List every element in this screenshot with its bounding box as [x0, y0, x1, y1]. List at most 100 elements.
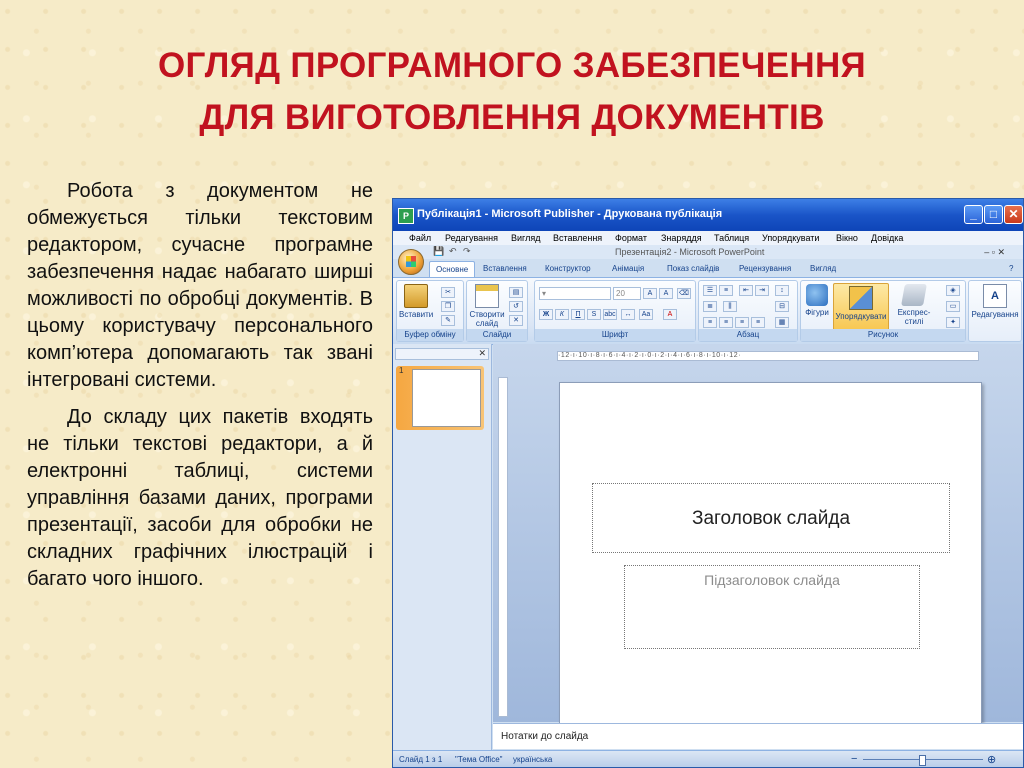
font-size-field[interactable]: 20 — [613, 287, 641, 300]
format-painter-icon[interactable]: ✎ — [441, 315, 455, 326]
italic-icon[interactable]: К — [555, 309, 569, 320]
group-clipboard: Вставити ✂ ❐ ✎ Буфер обміну — [396, 280, 464, 342]
menu-file[interactable]: Файл — [409, 233, 431, 243]
tab-review[interactable]: Рецензування — [739, 264, 791, 273]
save-icon[interactable]: 💾 — [433, 246, 444, 257]
zoom-out-icon[interactable]: − — [851, 753, 857, 765]
application-screenshot: P Публікація1 - Microsoft Publisher - Др… — [392, 198, 1024, 768]
undo-icon[interactable]: ↶ — [449, 246, 457, 257]
tab-animation[interactable]: Анімація — [612, 264, 644, 273]
bullets-icon[interactable]: ☰ — [703, 285, 717, 296]
shapes-button[interactable]: Фігури — [803, 284, 831, 317]
shapes-icon — [806, 284, 828, 306]
arrange-icon — [849, 286, 873, 310]
shrink-font-icon[interactable]: A — [659, 288, 673, 299]
cut-icon[interactable]: ✂ — [441, 287, 455, 298]
tab-view[interactable]: Вигляд — [810, 264, 836, 273]
subtitle-placeholder[interactable]: Підзаголовок слайда — [624, 565, 920, 649]
group-label-clipboard: Буфер обміну — [397, 329, 463, 341]
text-direction-icon[interactable]: ↕ — [775, 285, 789, 296]
menu-table[interactable]: Таблиця — [714, 233, 749, 243]
redo-icon[interactable]: ↷ — [463, 246, 471, 257]
layout-icon[interactable]: ▤ — [509, 287, 523, 298]
close-button[interactable]: ✕ — [1004, 205, 1023, 224]
slides-panel: ✕ 1 — [393, 344, 492, 750]
clear-format-icon[interactable]: ⌫ — [677, 288, 691, 299]
align-left-icon[interactable]: ≡ — [703, 317, 717, 328]
shape-effects-icon[interactable]: ✦ — [946, 317, 960, 328]
menu-tools[interactable]: Знаряддя — [661, 233, 702, 243]
zoom-slider-knob[interactable] — [919, 755, 926, 766]
menu-insert[interactable]: Вставлення — [553, 233, 602, 243]
editing-button[interactable]: А Редагування — [971, 284, 1019, 319]
menu-window[interactable]: Вікно — [836, 233, 858, 243]
font-name-field[interactable]: ▾ — [539, 287, 611, 300]
numbering-icon[interactable]: ≡ — [719, 285, 733, 296]
slide-title-line-2: ДЛЯ ВИГОТОВЛЕННЯ ДОКУМЕНТІВ — [199, 98, 825, 137]
align-right-icon[interactable]: ≡ — [735, 317, 749, 328]
strikethrough-icon[interactable]: abc — [603, 309, 617, 320]
bold-icon[interactable]: Ж — [539, 309, 553, 320]
shape-outline-icon[interactable]: ▭ — [946, 301, 960, 312]
menu-bar: Файл Редагування Вигляд Вставлення Форма… — [393, 231, 1023, 245]
line-spacing-icon[interactable]: ≣ — [703, 301, 717, 312]
shadow-icon[interactable]: S — [587, 309, 601, 320]
help-icon[interactable]: ? — [1009, 264, 1013, 273]
align-center-icon[interactable]: ≡ — [719, 317, 733, 328]
tab-home[interactable]: Основне — [429, 261, 476, 277]
panel-tabs[interactable]: ✕ — [395, 348, 489, 360]
window-titlebar[interactable]: P Публікація1 - Microsoft Publisher - Др… — [393, 199, 1023, 231]
panel-close-icon[interactable]: ✕ — [478, 348, 486, 359]
paste-button[interactable]: Вставити — [399, 284, 433, 319]
tab-insert[interactable]: Вставлення — [483, 264, 527, 273]
grow-font-icon[interactable]: A — [643, 288, 657, 299]
font-color-icon[interactable]: A — [663, 309, 677, 320]
maximize-button[interactable]: □ — [984, 205, 1003, 224]
arrange-button[interactable]: Упорядкувати — [833, 283, 889, 335]
increase-indent-icon[interactable]: ⇥ — [755, 285, 769, 296]
publisher-app-icon: P — [398, 208, 414, 224]
group-label-paragraph: Абзац — [699, 329, 797, 341]
change-case-icon[interactable]: Aa — [639, 309, 653, 320]
group-editing: А Редагування — [968, 280, 1022, 342]
slide-title-line-1: ОГЛЯД ПРОГРАМНОГО ЗАБЕЗПЕЧЕННЯ — [158, 46, 866, 85]
title-placeholder[interactable]: Заголовок слайда — [592, 483, 950, 553]
office-button[interactable] — [398, 249, 424, 275]
smartart-icon[interactable]: ▦ — [775, 317, 789, 328]
horizontal-ruler: ·12·ı·10·ı·8·ı·6·ı·4·ı·2·ı·0·ı·2·ı·4·ı·6… — [557, 351, 979, 361]
shape-fill-icon[interactable]: ◈ — [946, 285, 960, 296]
menu-view[interactable]: Вигляд — [511, 233, 541, 243]
menu-edit[interactable]: Редагування — [445, 233, 498, 243]
notes-pane[interactable]: Нотатки до слайда — [493, 723, 1023, 749]
paragraph-1: Робота з документом не обмежується тільк… — [27, 180, 373, 391]
vertical-ruler — [498, 377, 508, 717]
status-language: українська — [513, 755, 553, 764]
menu-arrange[interactable]: Упорядкувати — [762, 233, 819, 243]
quick-styles-button[interactable]: Експрес-стилі — [889, 284, 939, 326]
spacing-icon[interactable]: ↔ — [621, 309, 635, 320]
delete-slide-icon[interactable]: ✕ — [509, 315, 523, 326]
new-slide-button[interactable]: Створити слайд — [469, 284, 505, 328]
paragraph-2: До складу цих пакетів входять не тільки … — [27, 406, 373, 590]
reset-icon[interactable]: ↺ — [509, 301, 523, 312]
justify-icon[interactable]: ≡ — [751, 317, 765, 328]
inner-window-title: Презентація2 - Microsoft PowerPoint — [615, 247, 765, 257]
ribbon: Вставити ✂ ❐ ✎ Буфер обміну Створити слай… — [393, 277, 1023, 345]
copy-icon[interactable]: ❐ — [441, 301, 455, 312]
menu-format[interactable]: Формат — [615, 233, 647, 243]
zoom-control[interactable]: − ⊕ — [823, 753, 1019, 766]
slide-thumbnail-1[interactable] — [396, 366, 484, 430]
menu-help[interactable]: Довідка — [871, 233, 903, 243]
restore-icon[interactable]: – ▫ ✕ — [984, 247, 1005, 258]
minimize-button[interactable]: _ — [964, 205, 983, 224]
underline-icon[interactable]: П — [571, 309, 585, 320]
tab-design[interactable]: Конструктор — [545, 264, 591, 273]
status-slide-count: Слайд 1 з 1 — [399, 755, 443, 764]
columns-icon[interactable]: ⫼ — [723, 301, 737, 312]
zoom-in-icon[interactable]: ⊕ — [987, 753, 996, 766]
window-title: Публікація1 - Microsoft Publisher - Друк… — [417, 208, 723, 220]
slide-canvas[interactable]: Заголовок слайда Підзаголовок слайда — [559, 382, 982, 737]
tab-slide-show[interactable]: Показ слайдів — [667, 264, 719, 273]
decrease-indent-icon[interactable]: ⇤ — [739, 285, 753, 296]
align-text-icon[interactable]: ⊟ — [775, 301, 789, 312]
